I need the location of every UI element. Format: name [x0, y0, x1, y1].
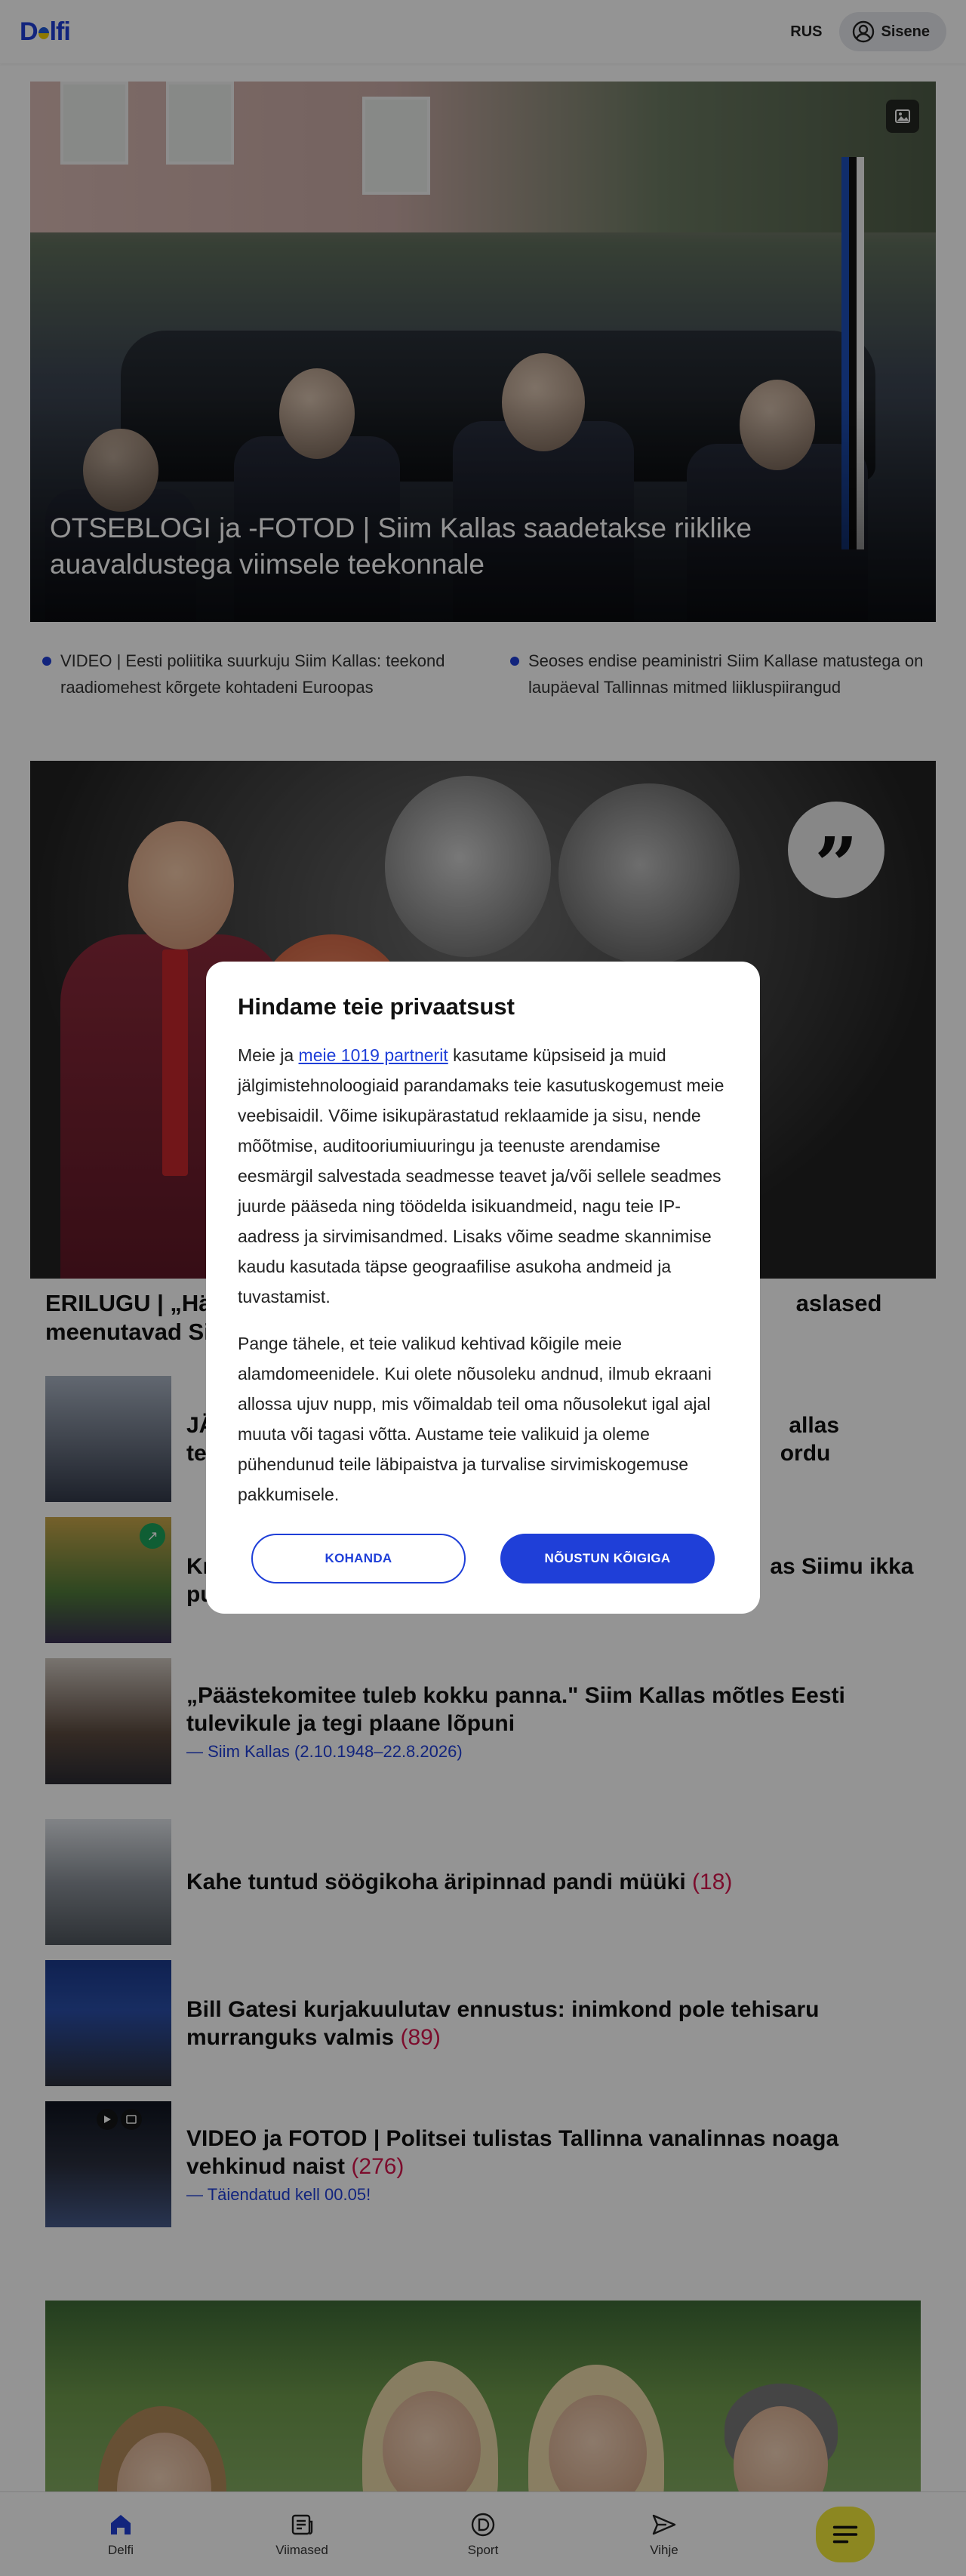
- partners-link[interactable]: meie 1019 partnerit: [299, 1045, 448, 1065]
- dialog-text: Meie ja: [238, 1045, 299, 1065]
- dialog-text: kasutame küpsiseid ja muid jälgimistehno…: [238, 1045, 724, 1306]
- privacy-consent-dialog: Hindame teie privaatsust Meie ja meie 10…: [206, 962, 760, 1614]
- customize-button[interactable]: KOHANDA: [251, 1534, 466, 1583]
- dialog-title: Hindame teie privaatsust: [238, 993, 515, 1020]
- accept-all-button[interactable]: NÕUSTUN KÕIGIGA: [500, 1534, 715, 1583]
- dialog-paragraph-2: Pange tähele, et teie valikud kehtivad k…: [238, 1334, 712, 1504]
- dialog-actions: KOHANDA NÕUSTUN KÕIGIGA: [251, 1534, 715, 1583]
- dialog-paragraph-1: Meie ja meie 1019 partnerit kasutame küp…: [238, 1040, 728, 1312]
